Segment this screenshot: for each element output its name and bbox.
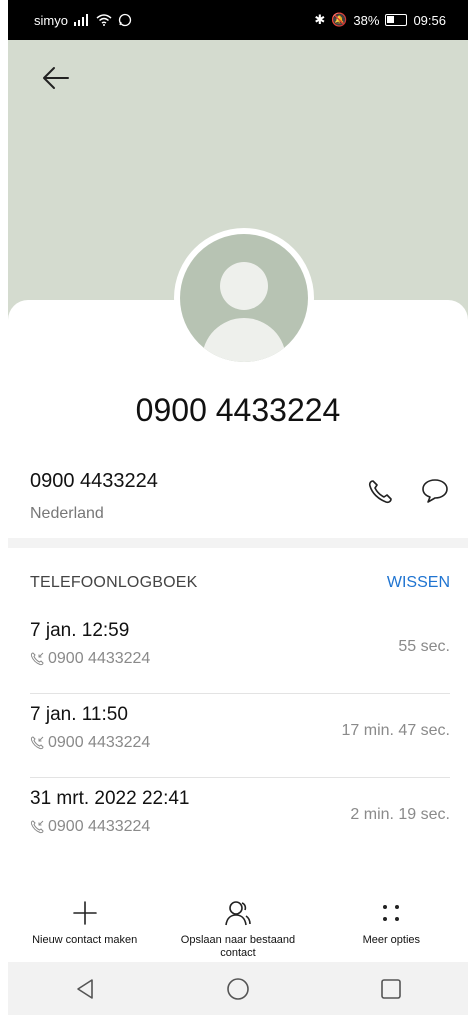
status-left: simyo: [34, 13, 132, 28]
back-button[interactable]: [38, 60, 74, 96]
chat-bubble-icon: [422, 479, 448, 503]
bottom-action-bar: Nieuw contact maken Opslaan naar bestaan…: [8, 898, 468, 962]
call-date: 31 mrt. 2022 22:41: [30, 788, 190, 809]
incoming-call-icon: [30, 736, 44, 750]
avatar-body: [202, 318, 286, 362]
clock: 09:56: [413, 12, 446, 28]
call-duration: 17 min. 47 sec.: [341, 722, 451, 739]
section-divider: [8, 538, 468, 548]
carrier-name: simyo: [34, 12, 68, 28]
avatar: [180, 234, 308, 362]
system-nav-bar: [8, 962, 468, 1015]
whatsapp-icon: [118, 13, 132, 27]
nav-home-button[interactable]: [224, 975, 252, 1003]
avatar-head: [220, 262, 268, 310]
call-log-item[interactable]: 31 mrt. 2022 22:41 0900 4433224 2 min. 1…: [30, 778, 450, 862]
call-number: 0900 4433224: [48, 650, 151, 667]
save-existing-contact-button[interactable]: Opslaan naar bestaand contact: [173, 898, 303, 962]
call-number: 0900 4433224: [48, 818, 151, 835]
circle-home-icon: [227, 977, 249, 1000]
more-dots-icon: [383, 905, 400, 921]
call-date: 7 jan. 11:50: [30, 704, 128, 725]
call-log-header: TELEFOONLOGBOEK WISSEN: [30, 574, 450, 592]
arrow-left-icon: [43, 67, 69, 89]
contact-title: 0900 4433224: [135, 392, 341, 428]
call-button[interactable]: [366, 478, 394, 506]
phone-icon: [368, 480, 392, 504]
triangle-back-icon: [76, 978, 93, 999]
status-right: ✱ 🔕 38% 09:56: [314, 12, 446, 28]
new-contact-button[interactable]: Nieuw contact maken: [20, 898, 150, 962]
contact-country: Nederland: [30, 505, 104, 522]
contacts-icon: [225, 901, 251, 926]
call-log-list: 7 jan. 12:59 0900 4433224 55 sec. 7 jan.…: [30, 610, 450, 862]
nav-back-button[interactable]: [71, 975, 99, 1003]
call-number-line: 0900 4433224: [30, 650, 150, 668]
more-options-label: Meer opties: [362, 934, 421, 946]
more-options-button[interactable]: Meer opties: [326, 898, 456, 962]
clear-log-button[interactable]: WISSEN: [387, 574, 450, 592]
call-duration: 2 min. 19 sec.: [350, 806, 450, 823]
signal-icon: [73, 14, 88, 26]
call-number-line: 0900 4433224: [30, 734, 150, 752]
mute-icon: 🔕: [331, 12, 348, 27]
call-number: 0900 4433224: [48, 734, 151, 751]
call-date: 7 jan. 12:59: [30, 620, 130, 641]
call-log-item[interactable]: 7 jan. 12:59 0900 4433224 55 sec.: [30, 610, 450, 694]
call-log-item[interactable]: 7 jan. 11:50 0900 4433224 17 min. 47 sec…: [30, 694, 450, 778]
wifi-icon: [96, 14, 112, 26]
battery-icon: [385, 14, 408, 26]
call-number-line: 0900 4433224: [30, 818, 150, 836]
call-log-title: TELEFOONLOGBOEK: [30, 574, 198, 591]
battery-percent: 38%: [353, 12, 380, 28]
message-button[interactable]: [420, 476, 450, 506]
square-recents-icon: [381, 978, 402, 999]
status-bar: simyo ✱ 🔕 38% 09:56: [8, 0, 468, 40]
call-duration: 55 sec.: [398, 638, 450, 655]
plus-icon: [72, 901, 97, 925]
bluetooth-icon: ✱: [314, 12, 326, 27]
new-contact-label: Nieuw contact maken: [32, 934, 138, 946]
incoming-call-icon: [30, 652, 44, 666]
contact-number-row[interactable]: 0900 4433224 Nederland: [30, 470, 450, 530]
incoming-call-icon: [30, 820, 44, 834]
phone-screen: simyo ✱ 🔕 38% 09:56 0900 4433224 0900 44…: [8, 0, 468, 1015]
save-existing-contact-label: Opslaan naar bestaand contact: [180, 934, 296, 959]
nav-recents-button[interactable]: [377, 975, 405, 1003]
